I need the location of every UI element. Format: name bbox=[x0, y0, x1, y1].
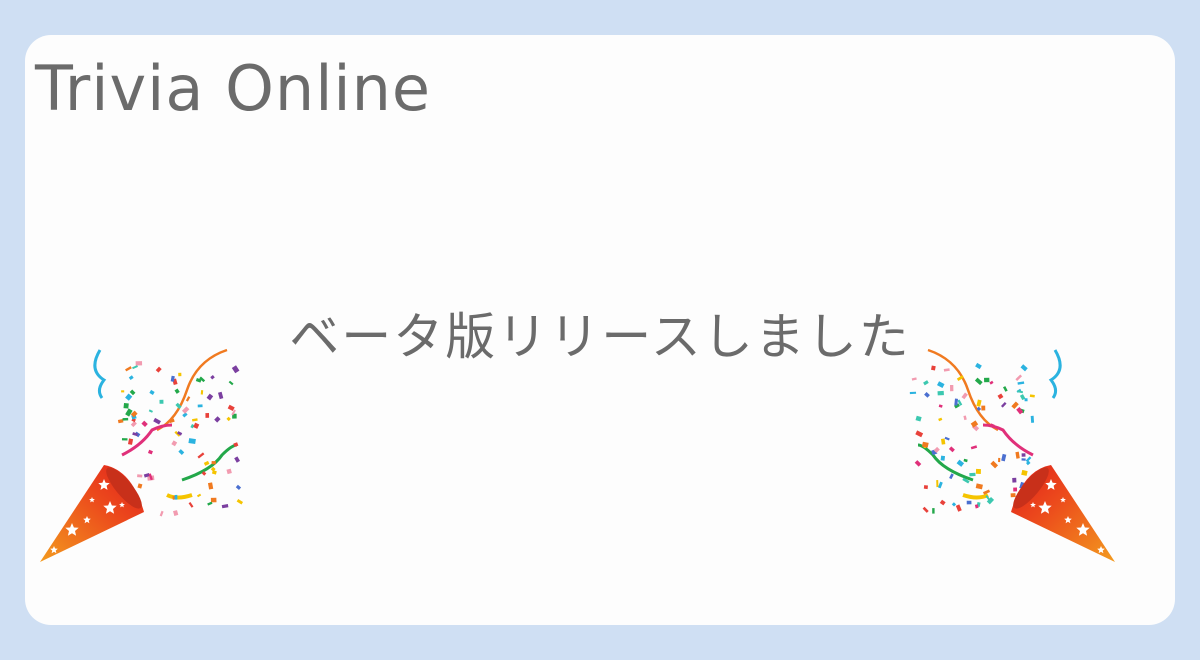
party-popper-icon bbox=[40, 348, 244, 562]
party-popper-icon bbox=[909, 348, 1115, 562]
app-title: Trivia Online bbox=[35, 52, 432, 125]
